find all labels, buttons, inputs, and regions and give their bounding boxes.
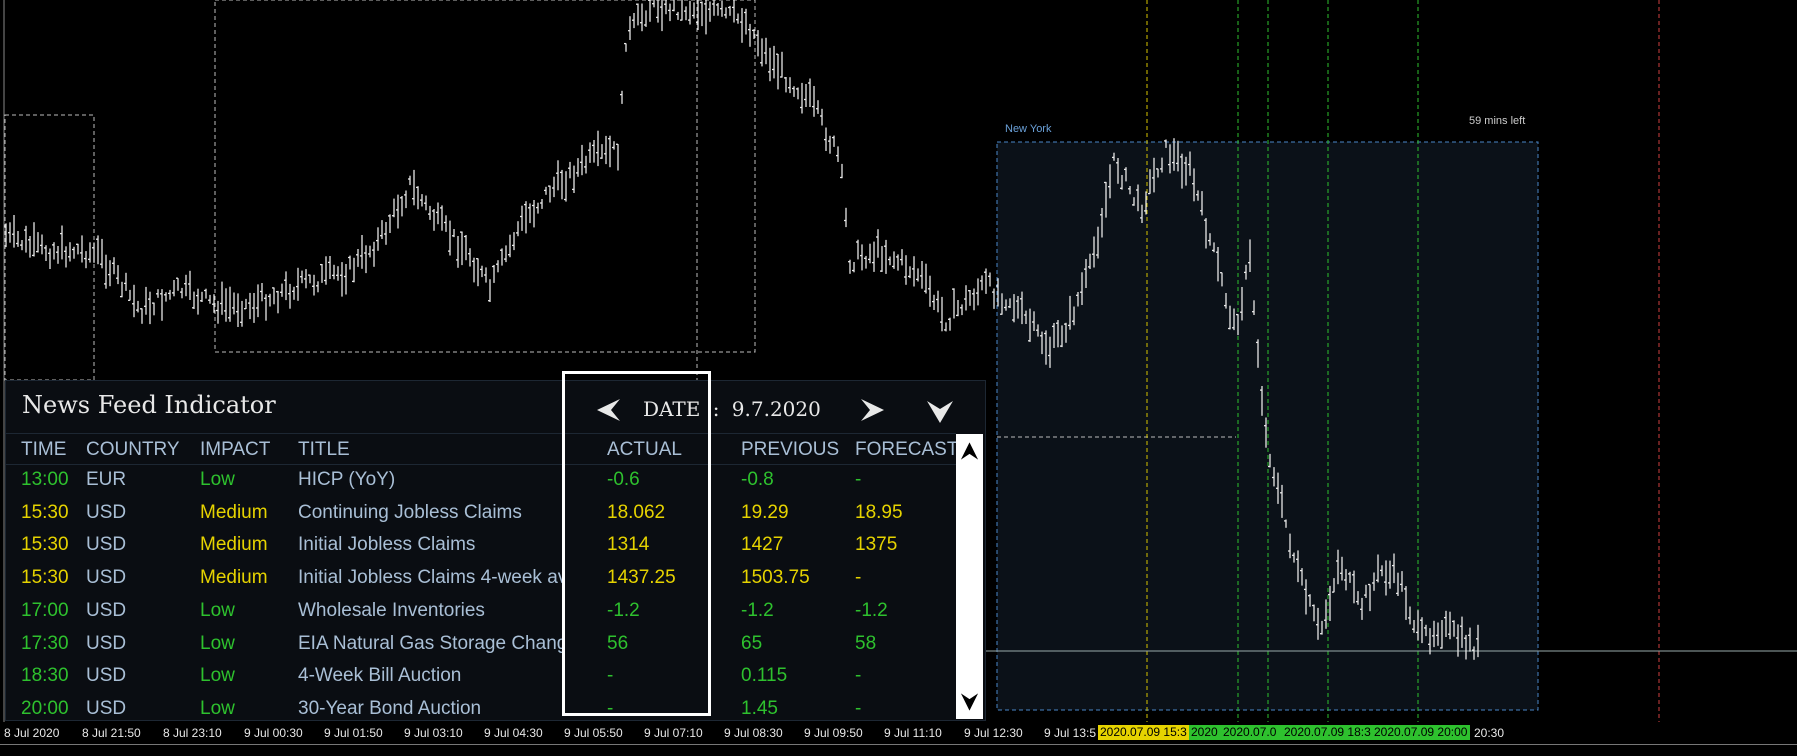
news-impact: Medium (200, 534, 268, 556)
scroll-down-icon[interactable] (959, 691, 980, 713)
col-impact: IMPACT (200, 439, 271, 460)
scrollbar[interactable] (956, 434, 983, 719)
col-forecast: FORECAST (855, 439, 959, 460)
news-country: USD (86, 697, 127, 719)
chevron-right-icon[interactable] (857, 395, 887, 425)
filter-icon[interactable] (925, 395, 955, 425)
news-time: 17:00 (21, 599, 69, 621)
time-tick: 9 Jul 00:30 (244, 726, 303, 740)
news-forecast: - (855, 697, 862, 719)
news-impact: Low (200, 599, 235, 621)
time-tick: 9 Jul 08:30 (724, 726, 783, 740)
news-time: 18:30 (21, 665, 69, 687)
news-impact: Low (200, 469, 235, 490)
news-row: 15:30 USD Medium Initial Jobless Claims 4-w… (6, 563, 956, 596)
event-time-marker: 2020.07.09 15:3 (1098, 725, 1192, 740)
news-time: 15:30 (21, 501, 69, 523)
news-impact: Low (200, 632, 235, 654)
time-tick: 8 Jul 2020 (4, 726, 60, 740)
news-title: Initial Jobless Claims 4-week av. (298, 567, 564, 589)
event-time-marker: 2020.07.09 20:00 (1372, 725, 1470, 740)
news-row: 17:30 USD Low EIA Natural Gas Storage Chang… (6, 629, 956, 662)
news-time: 15:30 (21, 534, 69, 556)
news-country: EUR (86, 469, 127, 490)
date-value: 9.7.2020 (731, 397, 821, 421)
news-forecast: - (855, 567, 862, 589)
news-country: USD (86, 501, 127, 523)
news-forecast: 58 (855, 632, 877, 654)
news-title: EIA Natural Gas Storage Change (298, 632, 564, 654)
news-row: 15:30 USD Medium Continuing Jobless Claims 1… (6, 498, 956, 531)
news-country: USD (86, 665, 127, 687)
news-time: 15:30 (21, 567, 69, 589)
time-tick: 9 Jul 01:50 (324, 726, 383, 740)
news-impact: Low (200, 697, 235, 719)
news-feed-panel: News Feed Indicator DATE : 9.7.2020 TIME… (5, 380, 986, 721)
news-country: USD (86, 599, 127, 621)
time-tick: 9 Jul 12:30 (964, 726, 1023, 740)
news-previous: -0.8 (741, 469, 774, 490)
time-tick: 8 Jul 23:10 (163, 726, 222, 740)
news-title: HICP (YoY) (298, 469, 396, 490)
news-time: 17:30 (21, 632, 69, 654)
col-title: TITLE (298, 439, 350, 460)
time-axis: 8 Jul 2020 8 Jul 21:50 8 Jul 23:10 9 Jul 00… (0, 722, 1797, 744)
chart-bottom-border (0, 744, 1797, 756)
news-title: Continuing Jobless Claims (298, 501, 522, 523)
time-tick: 9 Jul 04:30 (484, 726, 543, 740)
news-forecast: -1.2 (855, 599, 888, 621)
news-title: Wholesale Inventories (298, 599, 485, 621)
news-previous: 0.115 (741, 665, 788, 687)
time-tick: 9 Jul 05:50 (564, 726, 623, 740)
date-separator: : (712, 397, 720, 421)
event-time-marker: 2020.07.09 18:3 (1282, 725, 1374, 740)
news-forecast: 18.95 (855, 501, 903, 523)
event-time-marker: 2020.07.0 (1221, 725, 1285, 740)
news-row: 13:00 EUR Low HICP (YoY) -0.6 -0.8- (6, 465, 956, 498)
session-box-2 (214, 0, 756, 353)
time-tick: 9 Jul 13:5 (1044, 726, 1097, 740)
news-title: 4-Week Bill Auction (298, 665, 462, 687)
news-impact: Medium (200, 567, 268, 589)
news-previous: -1.2 (741, 599, 774, 621)
col-time: TIME (21, 439, 67, 460)
session-time-left: 59 mins left (1469, 115, 1526, 127)
news-country: USD (86, 567, 127, 589)
news-time: 13:00 (21, 469, 69, 490)
time-tick: 9 Jul 03:10 (404, 726, 463, 740)
news-row: 17:00 USD Low Wholesale Inventories -1.2 -1.2… (6, 596, 956, 629)
news-forecast: 1375 (855, 534, 898, 556)
col-previous: PREVIOUS (741, 439, 840, 460)
news-row: 15:30 USD Medium Initial Jobless Claims 1314… (6, 530, 956, 563)
time-tick: 9 Jul 11:10 (884, 726, 942, 740)
news-impact: Medium (200, 501, 268, 523)
session-box-1 (4, 114, 95, 381)
event-time-marker: 2020 (1189, 725, 1223, 740)
news-previous: 1.45 (741, 697, 778, 719)
actual-column-highlight (562, 371, 711, 716)
table-header: TIME COUNTRY IMPACT TITLE ACTUAL PREVIOU… (6, 433, 959, 465)
news-country: USD (86, 632, 127, 654)
news-forecast: - (855, 665, 862, 687)
scroll-up-icon[interactable] (959, 440, 980, 462)
news-previous: 1503.75 (741, 567, 810, 589)
col-country: COUNTRY (86, 439, 180, 460)
news-previous: 19.29 (741, 501, 789, 523)
time-tick: 9 Jul 09:50 (804, 726, 863, 740)
time-tick: 8 Jul 21:50 (82, 726, 141, 740)
news-title: 30-Year Bond Auction (298, 697, 482, 719)
news-forecast: - (855, 469, 862, 490)
panel-title: News Feed Indicator (22, 391, 276, 419)
news-previous: 1427 (741, 534, 784, 556)
news-row: 18:30 USD Low 4-Week Bill Auction -0.115- (6, 661, 956, 694)
news-country: USD (86, 534, 127, 556)
news-time: 20:00 (21, 697, 69, 719)
news-title: Initial Jobless Claims (298, 534, 476, 556)
news-impact: Low (200, 665, 235, 687)
time-tick: 9 Jul 07:10 (644, 726, 703, 740)
session-label: New York (1005, 123, 1052, 135)
time-tick: 20:30 (1474, 726, 1505, 740)
news-previous: 65 (741, 632, 763, 654)
